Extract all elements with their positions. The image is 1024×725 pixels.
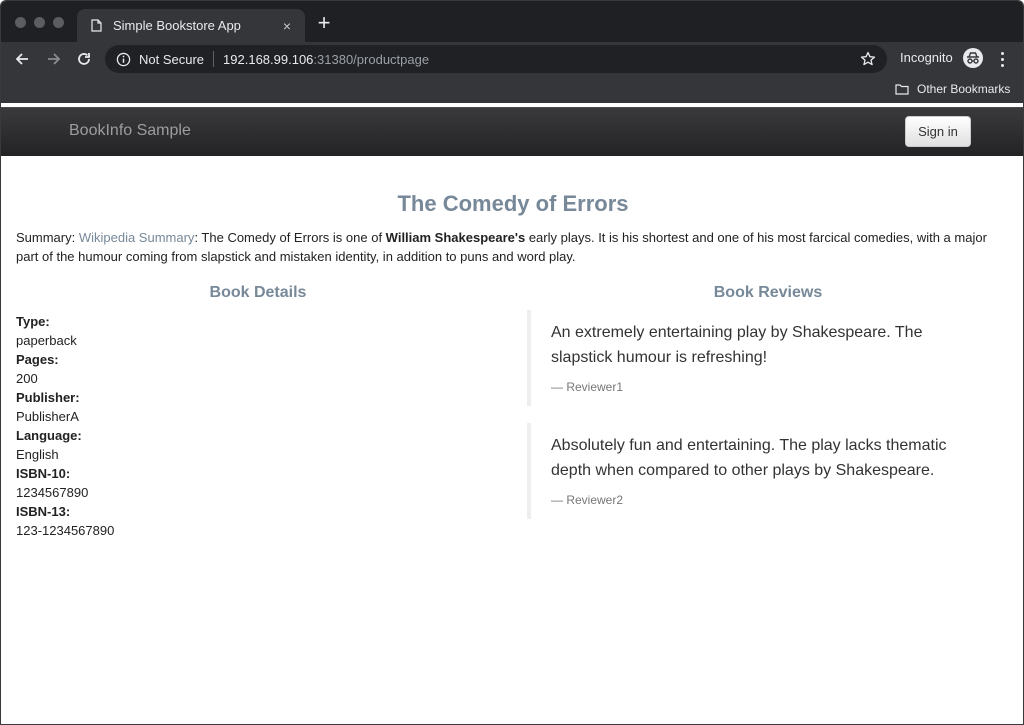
bookmark-folder-other[interactable]: Other Bookmarks <box>917 82 1010 96</box>
incognito-label: Incognito <box>900 50 953 65</box>
detail-label-type: Type: <box>16 314 50 329</box>
address-bar[interactable]: Not Secure 192.168.99.106 :31380/product… <box>105 45 887 73</box>
bookmarks-bar: Other Bookmarks <box>1 75 1023 103</box>
product-page: The Comedy of Errors Summary: Wikipedia … <box>1 155 1023 724</box>
forward-arrow-icon[interactable] <box>43 48 65 70</box>
review-text: An extremely entertaining play by Shakes… <box>551 324 923 366</box>
browser-menu-icon[interactable] <box>997 48 1007 70</box>
review-text: Absolutely fun and entertaining. The pla… <box>551 437 947 479</box>
address-separator <box>213 51 215 67</box>
detail-value-isbn13: 123-1234567890 <box>16 523 115 538</box>
page-title: The Comedy of Errors <box>397 191 629 216</box>
detail-value-isbn10: 1234567890 <box>16 485 89 500</box>
bookmark-star-icon[interactable] <box>859 50 877 68</box>
detail-label-language: Language: <box>16 428 82 443</box>
detail-value-pages: 200 <box>16 371 38 386</box>
tab-title: Simple Bookstore App <box>113 18 241 33</box>
page-icon <box>89 19 103 33</box>
book-details: Type: paperback Pages: 200 Publisher: Pu… <box>16 312 114 540</box>
tab-strip: Simple Bookstore App × + <box>1 1 1023 42</box>
browser-window: Simple Bookstore App × + Not Secure 192.… <box>0 0 1024 725</box>
detail-value-language: English <box>16 447 59 462</box>
incognito-icon[interactable] <box>963 48 983 68</box>
detail-value-publisher: PublisherA <box>16 409 79 424</box>
app-navbar: BookInfo Sample Sign in <box>1 107 1023 156</box>
app-brand[interactable]: BookInfo Sample <box>69 122 191 140</box>
maximize-window-dot[interactable] <box>53 17 64 28</box>
back-arrow-icon[interactable] <box>11 48 33 70</box>
tab-simple-bookstore[interactable]: Simple Bookstore App × <box>77 9 305 42</box>
detail-label-isbn13: ISBN-13: <box>16 504 71 519</box>
book-reviews-heading: Book Reviews <box>713 284 823 301</box>
detail-label-isbn10: ISBN-10: <box>16 466 71 481</box>
review-1: An extremely entertaining play by Shakes… <box>527 310 987 406</box>
detail-label-publisher: Publisher: <box>16 390 80 405</box>
detail-label-pages: Pages: <box>16 352 59 367</box>
review-author: — Reviewer1 <box>551 380 624 394</box>
summary-prefix: Summary: <box>16 230 79 245</box>
reload-icon[interactable] <box>73 48 95 70</box>
detail-value-type: paperback <box>16 333 77 348</box>
browser-toolbar: Not Secure 192.168.99.106 :31380/product… <box>1 42 1023 75</box>
minimize-window-dot[interactable] <box>34 17 45 28</box>
summary-text-1: : The Comedy of Errors is one of <box>194 230 386 245</box>
sign-in-button[interactable]: Sign in <box>905 116 971 147</box>
summary-author-bold: William Shakespeare's <box>385 230 526 245</box>
review-author: — Reviewer2 <box>551 493 624 507</box>
book-details-heading: Book Details <box>209 284 307 301</box>
close-window-dot[interactable] <box>15 17 26 28</box>
wikipedia-summary-link[interactable]: Wikipedia Summary <box>79 230 195 245</box>
book-summary: Summary: Wikipedia Summary: The Comedy o… <box>16 228 1001 266</box>
url-host: 192.168.99.106 <box>223 51 314 67</box>
security-status[interactable]: Not Secure <box>139 52 204 67</box>
new-tab-button[interactable]: + <box>313 12 335 34</box>
folder-icon <box>895 82 909 95</box>
review-2: Absolutely fun and entertaining. The pla… <box>527 423 987 519</box>
url-path: :31380/productpage <box>313 51 430 67</box>
info-icon[interactable] <box>115 51 131 67</box>
close-tab-icon[interactable]: × <box>279 18 295 34</box>
